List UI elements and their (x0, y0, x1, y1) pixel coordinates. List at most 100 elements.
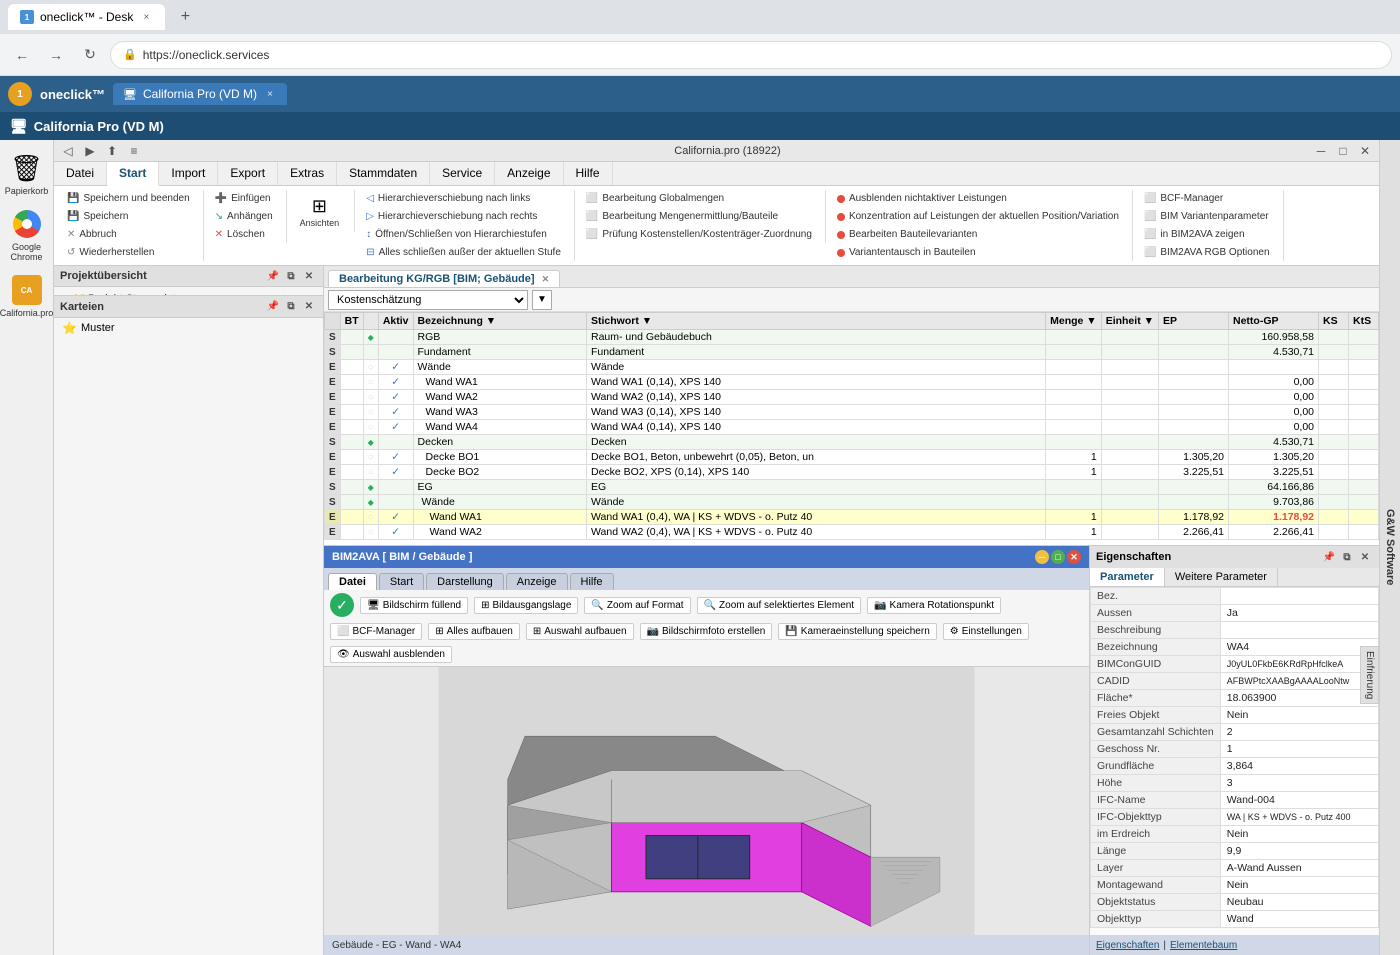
new-tab-btn[interactable]: + (173, 5, 197, 29)
btn-ausbl2[interactable]: Konzentration auf Leistungen der aktuell… (832, 208, 1124, 225)
btn-bearb2[interactable]: ⬜ Bearbeitung Mengenermittlung/Bauteile (581, 208, 817, 225)
bim-btn-alles[interactable]: ⊞ Alles aufbauen (428, 623, 520, 640)
bim-ok-btn[interactable]: ✓ (330, 593, 354, 617)
table-row[interactable]: E ○ ✓ Wand WA2 Wand WA2 (0,4), WA | KS +… (325, 525, 1379, 540)
bim-btn-auswahl[interactable]: ⊞ Auswahl aufbauen (526, 623, 634, 640)
spreadsheet-tab[interactable]: Bearbeitung KG/RGB [BIM; Gebäude] ✕ (328, 270, 560, 287)
sidebar-item-california[interactable]: CA California.pro (5, 270, 49, 322)
btn-ansichten[interactable]: ⊞ Ansichten (293, 190, 347, 232)
ribbon-maximize[interactable]: □ (1333, 142, 1353, 160)
tab-close-btn[interactable]: × (139, 10, 153, 24)
bim-tab-start[interactable]: Start (379, 573, 424, 590)
ribbon-toolbar-btn4[interactable]: ≡ (124, 142, 144, 160)
table-row[interactable]: E ○ ✓ Wand WA4 Wand WA4 (0,14), XPS 140 … (325, 420, 1379, 435)
props-status-link2[interactable]: Elementebaum (1170, 940, 1237, 951)
btn-hier3[interactable]: ↕ Öffnen/Schließen von Hierarchiestufen (361, 226, 566, 243)
table-row[interactable]: S ◆ RGB Raum- und Gebäudebuch 160.958,58 (325, 330, 1379, 345)
ribbon-toolbar-btn2[interactable]: ▶ (80, 142, 100, 160)
panel-pin-btn[interactable]: 📌 (265, 268, 281, 284)
table-row[interactable]: S ◆ EG EG 64.166,86 (325, 480, 1379, 495)
table-row[interactable]: E ○ ✓ Decke BO1 Decke BO1, Beton, unbewe… (325, 450, 1379, 465)
btn-einfuegen[interactable]: ➕ Einfügen (210, 190, 278, 207)
bim-btn-einstellungen[interactable]: ⚙ Einstellungen (943, 623, 1029, 640)
kostenschatzung-dropdown[interactable]: Kostenschätzung (328, 290, 528, 310)
spreadsheet-tab-x[interactable]: ✕ (542, 274, 550, 284)
sidebar-item-papierkorb[interactable]: 🗑 Papierkorb (5, 148, 49, 200)
einfrierung-tab[interactable]: Einfrierung (1360, 646, 1379, 704)
panel-float-btn[interactable]: ⧉ (283, 268, 299, 284)
btn-ausbl1[interactable]: Ausblenden nichtaktiver Leistungen (832, 190, 1124, 207)
ribbon-tab-import[interactable]: Import (159, 162, 218, 185)
ribbon-tab-export[interactable]: Export (218, 162, 278, 185)
bim-btn-kamera-save[interactable]: 💾 Kameraeinstellung speichern (778, 623, 936, 640)
bim-btn-ausblenden[interactable]: 👁 Auswahl ausblenden (330, 646, 452, 663)
table-row[interactable]: E ○ ✓ Wand WA2 Wand WA2 (0,14), XPS 140 … (325, 390, 1379, 405)
ribbon-tab-hilfe[interactable]: Hilfe (564, 162, 613, 185)
bim-tab-datei[interactable]: Datei (328, 573, 377, 590)
btn-restore[interactable]: ↺ Wiederherstellen (62, 244, 195, 261)
table-row[interactable]: E ○ ✓ Wand WA3 Wand WA3 (0,14), XPS 140 … (325, 405, 1379, 420)
props-pin-btn[interactable]: 📌 (1321, 549, 1337, 565)
bim-btn-zoom-sel[interactable]: 🔍 Zoom auf selektiertes Element (697, 597, 862, 614)
btn-hier4[interactable]: ⊟ Alles schließen außer der aktuellen St… (361, 244, 566, 261)
ribbon-minimize[interactable]: ─ (1311, 142, 1331, 160)
table-row[interactable]: E ○ ✓ Decke BO2 Decke BO2, XPS (0,14), X… (325, 465, 1379, 480)
table-row[interactable]: S Fundament Fundament 4.530,71 (325, 345, 1379, 360)
btn-bearb3[interactable]: ⬜ Prüfung Kostenstellen/Kostenträger-Zuo… (581, 226, 817, 243)
karteien-item-muster[interactable]: ⭐ Muster (54, 318, 323, 338)
bim-viewport[interactable] (324, 667, 1089, 935)
table-row[interactable]: S ◆ Wände Wände 9.703,86 (325, 495, 1379, 510)
karteien-close-btn[interactable]: ✕ (301, 299, 317, 315)
ribbon-tab-start[interactable]: Start (107, 162, 159, 186)
sidebar-item-chrome[interactable]: Google Chrome (5, 204, 49, 266)
btn-bcf4[interactable]: ⬜ BIM2AVA RGB Optionen (1139, 244, 1275, 261)
bim-tab-anzeige[interactable]: Anzeige (506, 573, 568, 590)
table-row[interactable]: E ○ ✓ Wand WA1 Wand WA1 (0,14), XPS 140 … (325, 375, 1379, 390)
panel-close-btn[interactable]: ✕ (301, 268, 317, 284)
btn-bearb1[interactable]: ⬜ Bearbeitung Globalmengen (581, 190, 817, 207)
btn-ausbl3[interactable]: Bearbeiten Bauteilevarianten (832, 226, 1124, 243)
ribbon-tab-datei[interactable]: Datei (54, 162, 107, 185)
back-btn[interactable]: ← (8, 41, 36, 69)
ribbon-tab-extras[interactable]: Extras (278, 162, 337, 185)
bim-btn-zoom-format[interactable]: 🔍 Zoom auf Format (584, 597, 690, 614)
btn-ausbl4[interactable]: Variantentausch in Bauteilen (832, 244, 1124, 261)
bim-minimize-btn[interactable]: ─ (1035, 550, 1049, 564)
btn-bcf2[interactable]: ⬜ BIM Variantenparameter (1139, 208, 1275, 225)
app-tab[interactable]: 🖥 California Pro (VD M) × (113, 83, 287, 105)
bim-btn-ausgangslage[interactable]: ⊞ Bildausgangslage (474, 597, 578, 614)
bim-btn-bildschirm[interactable]: 🖥 Bildschirm füllend (360, 597, 468, 614)
table-row[interactable]: S ◆ Decken Decken 4.530,71 (325, 435, 1379, 450)
ribbon-toolbar-btn3[interactable]: ⬆ (102, 142, 122, 160)
table-row[interactable]: E ○ ✓ Wand WA1 Wand WA1 (0,4), WA | KS +… (325, 510, 1379, 525)
bim-tab-hilfe[interactable]: Hilfe (570, 573, 614, 590)
props-float-btn[interactable]: ⧉ (1339, 549, 1355, 565)
btn-loeschen[interactable]: ✕ Löschen (210, 226, 278, 243)
ribbon-tab-service[interactable]: Service (430, 162, 495, 185)
bim-btn-kamera[interactable]: 📷 Kamera Rotationspunkt (867, 597, 1001, 614)
karteien-pin-btn[interactable]: 📌 (265, 299, 281, 315)
btn-hier1[interactable]: ◁ Hierarchieverschiebung nach links (361, 190, 566, 207)
app-tab-close[interactable]: × (263, 87, 277, 101)
btn-save[interactable]: 💾 Speichern (62, 208, 195, 225)
bim-maximize-btn[interactable]: □ (1051, 550, 1065, 564)
btn-anhaengen[interactable]: ↘ Anhängen (210, 208, 278, 225)
reload-btn[interactable]: ↻ (76, 41, 104, 69)
btn-bcf1[interactable]: ⬜ BCF-Manager (1139, 190, 1275, 207)
bim-btn-screenshot[interactable]: 📷 Bildschirmfoto erstellen (640, 623, 773, 640)
ribbon-close[interactable]: ✕ (1355, 142, 1375, 160)
btn-hier2[interactable]: ▷ Hierarchieverschiebung nach rechts (361, 208, 566, 225)
btn-save-exit[interactable]: 💾 Speichern und beenden (62, 190, 195, 207)
props-status-link1[interactable]: Eigenschaften (1096, 940, 1159, 951)
bim-btn-bcf[interactable]: ⬜ BCF-Manager (330, 623, 422, 640)
dropdown-expand-btn[interactable]: ▼ (532, 290, 552, 310)
props-tab-weitere[interactable]: Weitere Parameter (1165, 568, 1278, 586)
ribbon-tab-anzeige[interactable]: Anzeige (495, 162, 563, 185)
props-tab-parameter[interactable]: Parameter (1090, 568, 1165, 586)
props-close-btn[interactable]: ✕ (1357, 549, 1373, 565)
bim-tab-darstellung[interactable]: Darstellung (426, 573, 504, 590)
btn-cancel[interactable]: ✕ Abbruch (62, 226, 195, 243)
address-bar[interactable]: 🔒 https://oneclick.services (110, 41, 1392, 69)
browser-tab[interactable]: 1 oneclick™ - Desk × (8, 4, 165, 30)
forward-btn[interactable]: → (42, 41, 70, 69)
